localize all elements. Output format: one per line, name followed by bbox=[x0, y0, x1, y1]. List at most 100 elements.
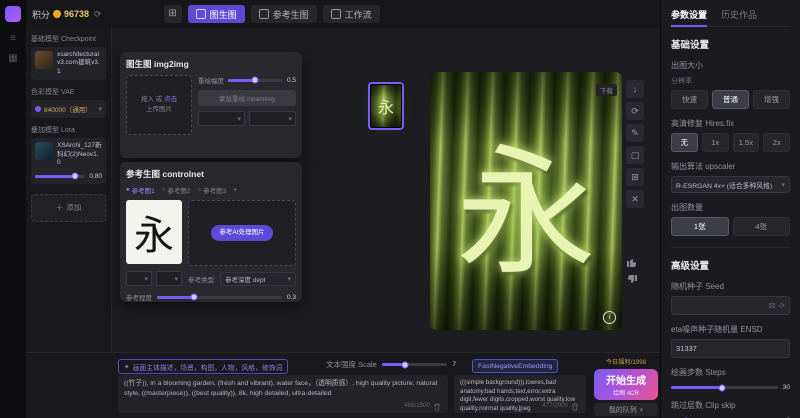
thumbs-up-icon[interactable] bbox=[626, 256, 638, 268]
download-icon[interactable]: ↓ bbox=[626, 80, 644, 98]
ref-tab-1[interactable]: ●参考图1 bbox=[126, 185, 155, 195]
tab-img2img[interactable]: 图生图 bbox=[188, 5, 245, 23]
ref-tab-add[interactable]: + bbox=[233, 187, 237, 194]
steps-slider[interactable] bbox=[671, 386, 778, 389]
positive-count: 486/1500 bbox=[404, 402, 430, 411]
vae-select[interactable]: 840000（通用） ▾ bbox=[31, 100, 106, 118]
ref-mini-select-1[interactable]: ▾ bbox=[126, 271, 152, 286]
negative-embedding-tag[interactable]: FastNegativeEmbedding bbox=[472, 359, 558, 373]
queue-button[interactable]: 我的队列 ▾ bbox=[594, 403, 658, 416]
ref-tab-3[interactable]: ○参考图3 bbox=[198, 185, 227, 195]
refresh-icon[interactable]: ⟳ bbox=[94, 9, 102, 20]
ref-strength-value: 0.3 bbox=[287, 294, 296, 301]
prompt-bar: ✦ 画面主体描述，场景，构图，人物，风格，修饰词 文本强度 Scale 7 Fa… bbox=[26, 352, 660, 418]
seed-refresh-icon[interactable]: ⟳ bbox=[779, 302, 785, 310]
generation-thumbnail[interactable]: 永 bbox=[368, 82, 404, 130]
add-label: 添加 bbox=[66, 202, 81, 213]
processed-image-zone: 参考AI处理图片 bbox=[188, 200, 296, 266]
tab-controlnet[interactable]: 参考生图 bbox=[251, 5, 317, 23]
resolution-option-fast[interactable]: 快速 bbox=[671, 90, 708, 109]
checkpoint-label: 基础模型 Checkpoint bbox=[31, 34, 106, 44]
ref-strength-slider[interactable] bbox=[157, 296, 282, 299]
scale-slider[interactable] bbox=[382, 363, 448, 366]
controlnet-tabs: ●参考图1 ○参考图2 ○参考图3 + bbox=[126, 185, 296, 195]
count-option-4[interactable]: 4张 bbox=[733, 217, 791, 236]
size-label: 出图大小 bbox=[671, 60, 790, 71]
dice-icon[interactable]: ⚄ bbox=[769, 302, 775, 310]
points-display: 积分 96738 ⟳ bbox=[32, 8, 102, 21]
denoise-slider[interactable] bbox=[228, 79, 283, 82]
inpaint-button[interactable]: 蒙版重绘 inpainting bbox=[198, 90, 296, 106]
prompt-hint-pill[interactable]: ✦ 画面主体描述，场景，构图，人物，风格，修饰词 bbox=[118, 359, 288, 374]
img2img-upload-dropzone[interactable]: 拖入 或 点击 上传图片 bbox=[126, 75, 192, 135]
lora-card[interactable]: XSArchi_127新科幻(2)Neov1.0 0.80 bbox=[31, 138, 106, 183]
tab-history[interactable]: 历史作品 bbox=[721, 6, 757, 21]
plus-icon: ＋ bbox=[56, 202, 64, 213]
ref-type-select[interactable]: 参考深度 dept ▾ bbox=[220, 272, 296, 286]
dot-icon: ○ bbox=[198, 187, 202, 193]
upload-drag-text: 拖入 bbox=[141, 96, 154, 103]
info-icon[interactable]: i bbox=[603, 311, 616, 324]
hires-option-1x[interactable]: 1x bbox=[702, 133, 729, 152]
steps-label: 绘画步数 Steps bbox=[671, 367, 790, 378]
resolution-option-normal[interactable]: 普通 bbox=[712, 90, 749, 109]
menu-icon[interactable]: ≡ bbox=[6, 32, 20, 46]
grid-icon[interactable]: ⊞ bbox=[626, 168, 644, 186]
image-glyph: 永 bbox=[456, 100, 596, 302]
seed-input[interactable]: ⚄ ⟳ bbox=[671, 296, 790, 315]
reference-glyph: 永 bbox=[134, 203, 174, 261]
scale-value: 7 bbox=[452, 361, 456, 368]
download-tooltip: 下载 bbox=[596, 84, 617, 96]
upscaler-select[interactable]: R-ESRGAN 4x+ (适合多种风格) ▾ bbox=[671, 176, 790, 193]
ref-type-value: 参考深度 dept bbox=[225, 274, 265, 284]
vae-value: 840000（通用） bbox=[44, 104, 95, 114]
ref-tab-2[interactable]: ○参考图2 bbox=[162, 185, 191, 195]
lora-weight-slider[interactable] bbox=[35, 175, 85, 178]
tab-parameters[interactable]: 参数设置 bbox=[671, 6, 707, 27]
thumbs-down-icon[interactable] bbox=[626, 274, 638, 286]
model-panel: 基础模型 Checkpoint xsarchitecturalv3.com建筑v… bbox=[26, 28, 112, 352]
grid-view-icon[interactable]: ⊞ bbox=[164, 5, 182, 23]
trash-icon[interactable] bbox=[433, 403, 441, 411]
apps-icon[interactable]: ▦ bbox=[6, 52, 20, 66]
add-model-button[interactable]: ＋ 添加 bbox=[31, 194, 106, 222]
reference-image[interactable]: 永 bbox=[126, 200, 182, 264]
negative-prompt-input[interactable]: (((simple background))),lowres,bad anato… bbox=[454, 375, 586, 413]
hires-option-15x[interactable]: 1.5x bbox=[733, 133, 760, 152]
img2img-option-select-2[interactable]: ▾ bbox=[249, 111, 296, 126]
points-value: 96738 bbox=[64, 9, 89, 19]
tab-controlnet-label: 参考生图 bbox=[273, 8, 309, 21]
regenerate-icon[interactable]: ⟳ bbox=[626, 102, 644, 120]
queue-label: 我的队列 bbox=[609, 405, 637, 415]
resolution-option-enhanced[interactable]: 增强 bbox=[753, 90, 790, 109]
tab-workflow[interactable]: 工作流 bbox=[323, 5, 380, 23]
thumbnail-glyph: 永 bbox=[378, 94, 394, 118]
ref-mini-select-2[interactable]: ▾ bbox=[156, 271, 182, 286]
generated-image[interactable]: 永 i bbox=[430, 72, 622, 330]
img2img-option-select-1[interactable]: ▾ bbox=[198, 111, 245, 126]
hires-option-2x[interactable]: 2x bbox=[763, 133, 790, 152]
generate-cost: 绘图 4CR bbox=[613, 388, 639, 397]
ai-process-button[interactable]: 参考AI处理图片 bbox=[211, 225, 272, 241]
hires-option-none[interactable]: 无 bbox=[671, 133, 698, 152]
mode-tabs: ⊞ 图生图 参考生图 工作流 bbox=[164, 5, 380, 23]
checkpoint-card[interactable]: xsarchitecturalv3.com建筑v3.1 bbox=[31, 47, 106, 80]
delete-icon[interactable]: ✕ bbox=[626, 190, 644, 208]
img2img-icon bbox=[196, 9, 206, 19]
lora-weight-value: 0.80 bbox=[89, 173, 102, 180]
app-root: ≡ ▦ 积分 96738 ⟳ ⊞ 图生图 参考生图 工作流 bbox=[0, 0, 800, 418]
edit-icon[interactable]: ✎ bbox=[626, 124, 644, 142]
trash-icon[interactable] bbox=[571, 403, 579, 411]
positive-prompt-input[interactable]: ((竹子)), in a blooming garden, (fresh and… bbox=[118, 375, 448, 413]
upscaler-label: 输出算法 upscaler bbox=[671, 161, 790, 172]
generate-button[interactable]: 开始生成 绘图 4CR bbox=[594, 369, 658, 400]
sidebar-tabs: 参数设置 历史作品 bbox=[671, 0, 790, 27]
count-option-1[interactable]: 1张 bbox=[671, 217, 729, 236]
negative-embedding-label: FastNegativeEmbedding bbox=[478, 363, 552, 370]
top-bar: 积分 96738 ⟳ ⊞ 图生图 参考生图 工作流 bbox=[26, 0, 660, 29]
frame-icon[interactable]: ▢ bbox=[626, 146, 644, 164]
ensd-input[interactable]: 31337 bbox=[671, 339, 790, 358]
canvas-area[interactable]: 图生图 img2img 拖入 或 点击 上传图片 重绘幅度 0.5 bbox=[112, 28, 660, 352]
ref-tab-2-label: 参考图2 bbox=[167, 185, 190, 195]
app-logo[interactable] bbox=[5, 6, 21, 22]
